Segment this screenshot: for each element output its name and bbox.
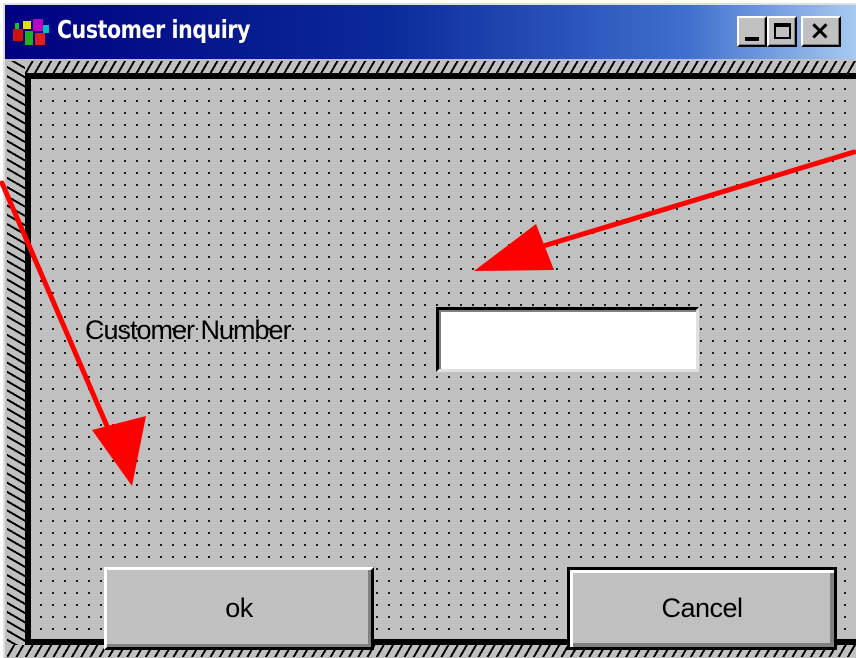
minimize-button[interactable] — [737, 16, 767, 47]
resize-frame-left[interactable] — [7, 61, 25, 657]
form-design-canvas: Customer Number ok Cancel — [25, 73, 856, 650]
customer-inquiry-window: Customer inquiry × Customer Number ok Ca… — [3, 3, 856, 658]
close-icon: × — [809, 16, 831, 46]
ok-button[interactable]: ok — [104, 567, 374, 650]
minimize-icon — [745, 37, 759, 41]
cancel-button[interactable]: Cancel — [567, 567, 837, 650]
customer-number-label: Customer Number — [85, 315, 292, 345]
close-button[interactable]: × — [801, 16, 841, 47]
customer-number-input[interactable] — [436, 307, 699, 372]
cancel-button-label: Cancel — [661, 593, 743, 623]
maximize-button[interactable] — [767, 16, 797, 47]
ok-button-label: ok — [225, 593, 253, 623]
resize-frame-top[interactable] — [7, 61, 856, 73]
window-title: Customer inquiry — [57, 15, 251, 44]
maximize-icon — [774, 23, 791, 39]
title-bar[interactable]: Customer inquiry × — [5, 5, 856, 59]
app-icon — [13, 19, 49, 45]
